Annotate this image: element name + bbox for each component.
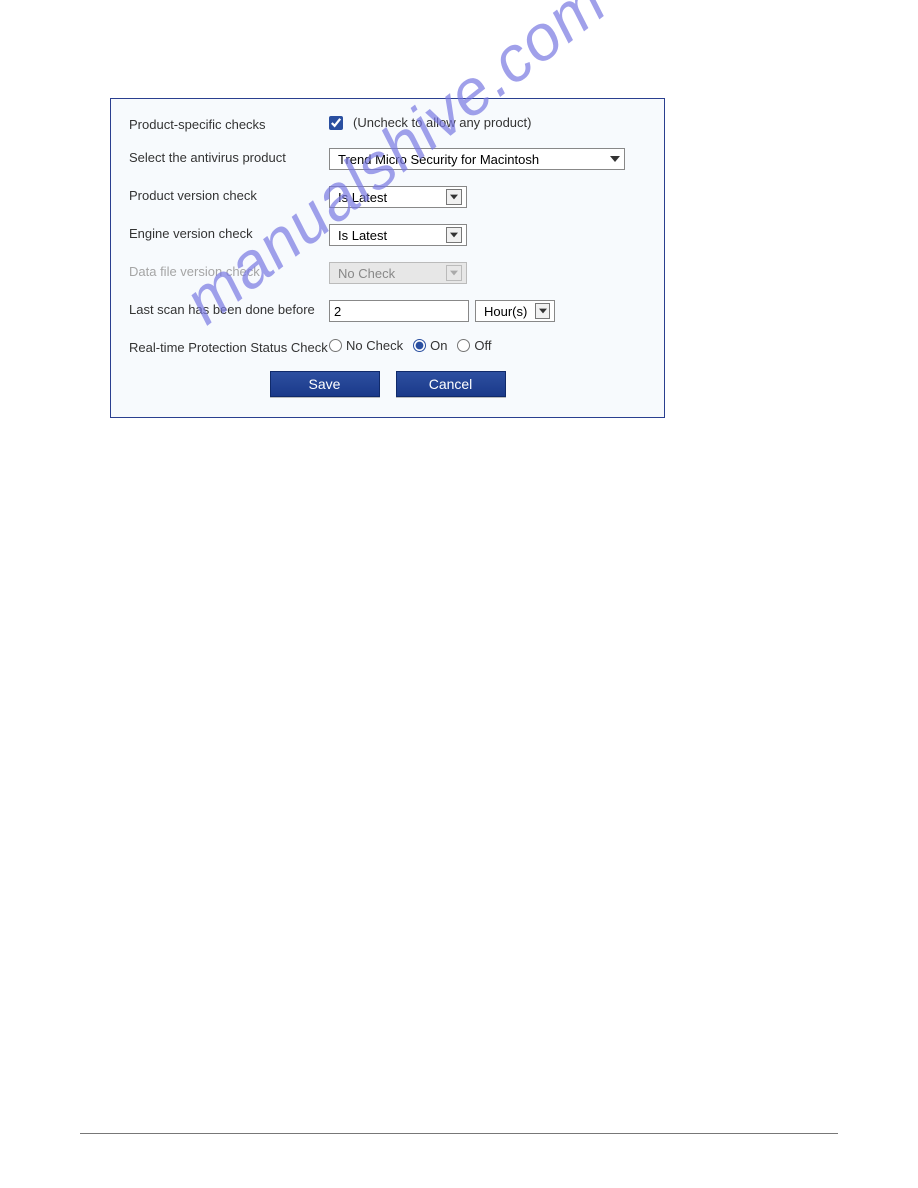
radio-label-off: Off bbox=[474, 338, 491, 353]
chevron-down-icon bbox=[610, 156, 620, 162]
row-product-specific: Product-specific checks (Uncheck to allo… bbox=[129, 115, 646, 132]
product-specific-hint: (Uncheck to allow any product) bbox=[353, 115, 531, 130]
row-engine-version: Engine version check Is Latest bbox=[129, 224, 646, 246]
radio-no-check[interactable] bbox=[329, 339, 342, 352]
radio-label-no-check: No Check bbox=[346, 338, 403, 353]
radio-opt-no-check[interactable]: No Check bbox=[329, 338, 403, 353]
product-version-value: Is Latest bbox=[334, 190, 442, 205]
label-data-file-version: Data file version check bbox=[129, 262, 329, 279]
antivirus-product-value: Trend Micro Security for Macintosh bbox=[334, 152, 610, 167]
save-button[interactable]: Save bbox=[270, 371, 380, 397]
row-data-file-version: Data file version check No Check bbox=[129, 262, 646, 284]
radio-off[interactable] bbox=[457, 339, 470, 352]
chevron-down-icon bbox=[535, 303, 550, 319]
label-realtime: Real-time Protection Status Check bbox=[129, 338, 329, 355]
last-scan-unit-value: Hour(s) bbox=[480, 304, 531, 319]
cancel-button-label: Cancel bbox=[429, 376, 473, 392]
antivirus-product-select[interactable]: Trend Micro Security for Macintosh bbox=[329, 148, 625, 170]
label-select-product: Select the antivirus product bbox=[129, 148, 329, 165]
row-product-version: Product version check Is Latest bbox=[129, 186, 646, 208]
row-realtime: Real-time Protection Status Check No Che… bbox=[129, 338, 646, 355]
engine-version-select[interactable]: Is Latest bbox=[329, 224, 467, 246]
data-file-version-value: No Check bbox=[334, 266, 442, 281]
radio-opt-on[interactable]: On bbox=[413, 338, 447, 353]
cancel-button[interactable]: Cancel bbox=[396, 371, 506, 397]
radio-on[interactable] bbox=[413, 339, 426, 352]
label-last-scan: Last scan has been done before bbox=[129, 300, 329, 317]
save-button-label: Save bbox=[309, 376, 341, 392]
row-last-scan: Last scan has been done before Hour(s) bbox=[129, 300, 646, 322]
label-product-version: Product version check bbox=[129, 186, 329, 203]
last-scan-unit-select[interactable]: Hour(s) bbox=[475, 300, 555, 322]
row-select-product: Select the antivirus product Trend Micro… bbox=[129, 148, 646, 170]
radio-opt-off[interactable]: Off bbox=[457, 338, 491, 353]
data-file-version-select: No Check bbox=[329, 262, 467, 284]
button-row: Save Cancel bbox=[129, 371, 646, 397]
footer-divider bbox=[80, 1133, 838, 1134]
chevron-down-icon bbox=[446, 265, 462, 281]
av-checks-panel: Product-specific checks (Uncheck to allo… bbox=[110, 98, 665, 418]
label-engine-version: Engine version check bbox=[129, 224, 329, 241]
chevron-down-icon bbox=[446, 227, 462, 243]
last-scan-input[interactable] bbox=[329, 300, 469, 322]
product-specific-checkbox[interactable] bbox=[329, 116, 343, 130]
engine-version-value: Is Latest bbox=[334, 228, 442, 243]
product-version-select[interactable]: Is Latest bbox=[329, 186, 467, 208]
label-product-specific: Product-specific checks bbox=[129, 115, 329, 132]
radio-label-on: On bbox=[430, 338, 447, 353]
chevron-down-icon bbox=[446, 189, 462, 205]
